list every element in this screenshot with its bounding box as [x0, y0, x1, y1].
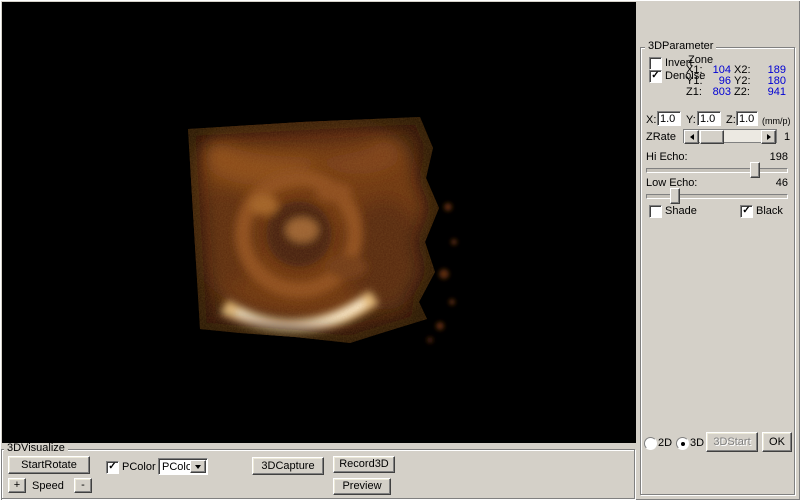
speed-plus-button[interactable]: +	[8, 478, 26, 493]
parameter-group-title: 3DParameter	[645, 41, 716, 52]
right-arrow-icon	[767, 134, 771, 140]
black-checkbox[interactable]	[740, 205, 753, 218]
3dcapture-button[interactable]: 3DCapture	[252, 457, 324, 475]
invert-checkbox[interactable]	[649, 57, 662, 70]
visualize-group-title: 3DVisualize	[4, 443, 68, 454]
zone-label: Z2:	[734, 87, 758, 98]
pcolor-combobox[interactable]: PColor	[158, 458, 208, 475]
ok-button[interactable]: OK	[762, 432, 792, 452]
zrate-scrollbar[interactable]	[683, 129, 777, 143]
low-echo-slider-track	[646, 194, 788, 199]
mode-2d-label: 2D	[658, 437, 672, 449]
chevron-down-icon	[195, 465, 201, 469]
scale-unit-label: (mm/p)	[762, 115, 791, 127]
app-window: { "colors": { "chrome": "#d4d0c8", "valu…	[0, 0, 800, 500]
zone-label: Z1:	[686, 87, 708, 98]
zrate-label: ZRate	[646, 131, 676, 143]
mode-3d-label: 3D	[690, 437, 704, 449]
shade-checkbox[interactable]	[649, 205, 662, 218]
y-scale-input[interactable]	[697, 111, 721, 126]
x-scale-label: X:	[646, 114, 656, 126]
hi-echo-slider[interactable]	[646, 162, 788, 178]
scroll-left-button[interactable]	[684, 130, 699, 144]
scroll-right-button[interactable]	[761, 130, 776, 144]
denoise-checkbox[interactable]	[649, 70, 662, 83]
low-echo-slider-thumb[interactable]	[670, 188, 680, 204]
ultrasound-render	[2, 2, 636, 443]
z-scale-label: Z:	[726, 114, 736, 126]
preview-button[interactable]: Preview	[333, 478, 391, 495]
pcolor-checkbox[interactable]	[106, 461, 119, 474]
mode-2d-radio[interactable]	[644, 437, 657, 450]
zone-value: 803	[708, 87, 734, 98]
render-viewport[interactable]	[2, 2, 636, 443]
z-scale-input[interactable]	[736, 111, 758, 126]
low-echo-slider[interactable]	[646, 188, 788, 204]
speed-label: Speed	[32, 480, 64, 492]
hi-echo-slider-track	[646, 168, 788, 173]
y-scale-label: Y:	[686, 114, 696, 126]
3dstart-button[interactable]: 3DStart	[706, 432, 758, 452]
record3d-button[interactable]: Record3D	[333, 456, 395, 473]
zrate-scroll-thumb[interactable]	[700, 130, 724, 144]
black-label: Black	[756, 205, 783, 217]
shade-label: Shade	[665, 205, 697, 217]
zone-table: X1: 104 X2: 189 Y1: 96 Y2: 180 Z1: 803 Z…	[686, 65, 786, 98]
speed-minus-button[interactable]: -	[74, 478, 92, 493]
x-scale-input[interactable]	[657, 111, 681, 126]
mode-3d-radio[interactable]	[676, 437, 689, 450]
pcolor-label: PColor	[122, 461, 156, 473]
zrate-value: 1	[784, 131, 790, 143]
left-arrow-icon	[690, 134, 694, 140]
combo-dropdown-button[interactable]	[190, 460, 206, 473]
start-rotate-button[interactable]: StartRotate	[8, 456, 90, 474]
hi-echo-slider-thumb[interactable]	[750, 162, 760, 178]
zone-value: 941	[758, 87, 786, 98]
